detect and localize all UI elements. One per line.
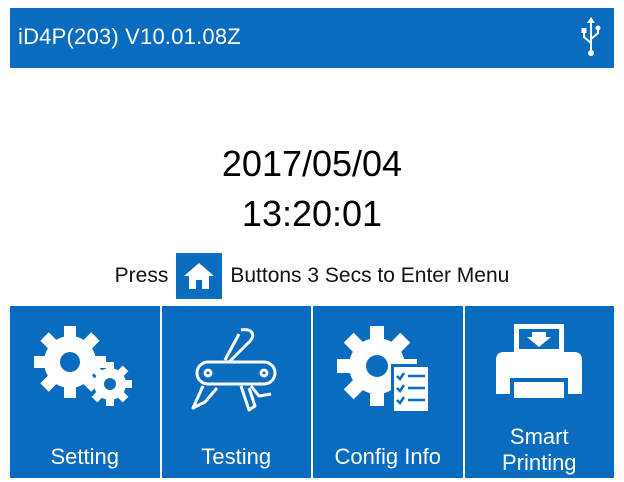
setting-button[interactable]: Setting: [10, 306, 162, 478]
main-menu: Setting Testing Config Info Smart Printi…: [10, 306, 614, 478]
home-icon: [176, 253, 223, 299]
title-bar: iD4P(203) V10.01.08Z: [10, 8, 614, 68]
menu-hint: Press Buttons 3 Secs to Enter Menu: [0, 253, 624, 299]
smart-printing-button[interactable]: Smart Printing: [464, 306, 614, 478]
current-time: 13:20:01: [241, 193, 383, 234]
hint-suffix: Buttons 3 Secs to Enter Menu: [230, 264, 510, 287]
usb-icon: [581, 17, 601, 56]
config-info-label: Config Info: [334, 444, 441, 469]
setting-label: Setting: [50, 444, 120, 469]
device-version-title: iD4P(203) V10.01.08Z: [18, 24, 241, 49]
testing-button[interactable]: Testing: [161, 306, 313, 478]
config-info-button[interactable]: Config Info: [313, 306, 465, 478]
gear-checklist-icon: [336, 326, 431, 414]
hint-prefix: Press: [114, 264, 169, 287]
printer-icon: [496, 324, 583, 402]
smart-printing-label: Smart Printing: [501, 424, 577, 475]
multitool-icon: [191, 328, 277, 412]
gears-icon: [33, 326, 132, 406]
current-date: 2017/05/04: [221, 143, 403, 184]
testing-label: Testing: [201, 444, 272, 469]
